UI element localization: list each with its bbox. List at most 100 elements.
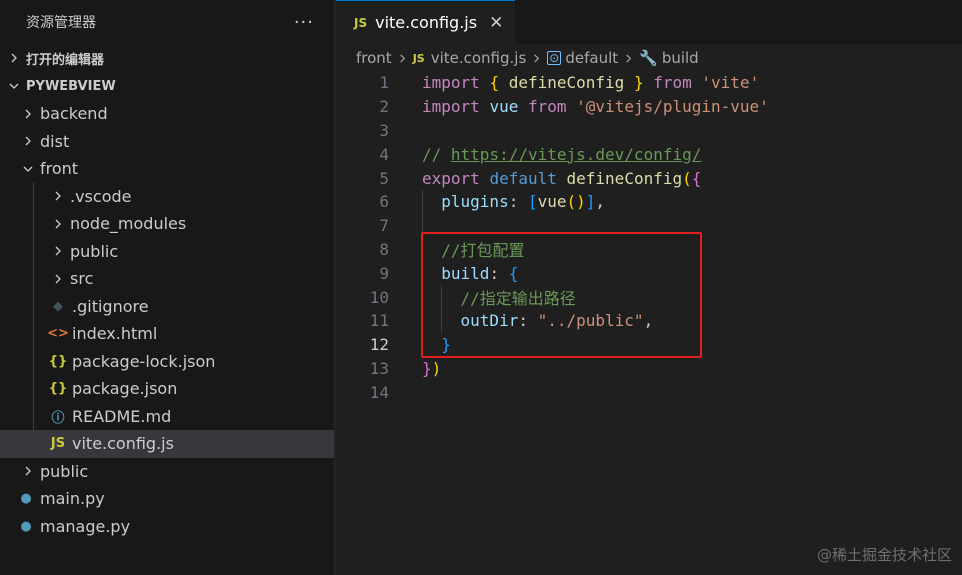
tree-item[interactable]: ● main.py bbox=[0, 485, 334, 513]
tree-item-label: README.md bbox=[72, 406, 172, 426]
watermark: @稀土掘金技术社区 bbox=[816, 546, 952, 564]
code-line: 13}) bbox=[336, 357, 962, 381]
chevron-right-icon bbox=[50, 191, 66, 201]
tree-item[interactable]: node_modules bbox=[0, 210, 334, 238]
line-number: 1 bbox=[379, 73, 389, 93]
tree-item-label: .gitignore bbox=[72, 296, 149, 316]
tree-item-label: src bbox=[70, 269, 94, 289]
tree-item[interactable]: ◆ .gitignore bbox=[0, 293, 334, 321]
line-number: 10 bbox=[369, 287, 389, 307]
tree-item[interactable]: backend bbox=[0, 100, 334, 128]
project-label: PYWEBVIEW bbox=[26, 78, 116, 94]
more-actions-icon[interactable]: ··· bbox=[294, 12, 314, 33]
open-editors-label: 打开的编辑器 bbox=[26, 52, 105, 68]
tree-item[interactable]: <> index.html bbox=[0, 320, 334, 348]
info-icon: ⓘ bbox=[51, 410, 65, 426]
line-number: 7 bbox=[379, 216, 389, 236]
code-line: 14 bbox=[336, 380, 962, 404]
line-number: 9 bbox=[379, 263, 389, 283]
wrench-icon: 🔧 bbox=[639, 49, 658, 67]
code-line: 1 import { defineConfig } from 'vite' bbox=[336, 71, 962, 95]
explorer-sidebar: 资源管理器 ··· 打开的编辑器 PYWEBVIEW backend dist fr… bbox=[0, 0, 335, 575]
tree-item-label: main.py bbox=[40, 489, 105, 509]
js-file-icon: JS bbox=[50, 436, 66, 452]
chevron-down-icon bbox=[6, 81, 22, 91]
html-file-icon: <> bbox=[47, 326, 69, 342]
code-line: 4// https://vitejs.dev/config/ bbox=[336, 142, 962, 166]
line-number: 14 bbox=[369, 382, 389, 402]
breadcrumb-folder[interactable]: front bbox=[356, 49, 392, 67]
tree-item[interactable]: dist bbox=[0, 128, 334, 156]
chevron-right-icon bbox=[20, 109, 36, 119]
indent-guide bbox=[33, 182, 34, 458]
line-number: 6 bbox=[379, 192, 389, 212]
tree-item[interactable]: ⓘ README.md bbox=[0, 403, 334, 431]
file-tree: backend dist front .vscode node_modulespubli… bbox=[0, 100, 334, 540]
js-file-icon: JS bbox=[354, 15, 368, 30]
chevron-right-icon bbox=[50, 274, 66, 284]
js-file-icon: JS bbox=[412, 51, 425, 65]
line-number: 12 bbox=[369, 335, 389, 355]
project-section[interactable]: PYWEBVIEW bbox=[0, 72, 334, 100]
git-icon: ◆ bbox=[53, 298, 63, 314]
open-editors-section[interactable]: 打开的编辑器 bbox=[0, 44, 334, 72]
line-number: 2 bbox=[379, 97, 389, 117]
editor-area: JS vite.config.js ✕ front JS vite.config… bbox=[336, 0, 962, 575]
tree-item[interactable]: .vscode bbox=[0, 183, 334, 211]
tab-label: vite.config.js bbox=[375, 13, 478, 32]
tree-item[interactable]: {} package-lock.json bbox=[0, 348, 334, 376]
tree-item[interactable]: {} package.json bbox=[0, 375, 334, 403]
chevron-right-icon bbox=[398, 53, 407, 63]
tab-bar: JS vite.config.js ✕ bbox=[336, 0, 962, 44]
line-number: 11 bbox=[369, 311, 389, 331]
tree-item[interactable]: public bbox=[0, 238, 334, 266]
line-number: 13 bbox=[369, 358, 389, 378]
tree-item[interactable]: ● manage.py bbox=[0, 513, 334, 541]
chevron-right-icon bbox=[50, 219, 66, 229]
line-number: 8 bbox=[379, 239, 389, 259]
tree-item[interactable]: front bbox=[0, 155, 334, 183]
tree-item-label: package.json bbox=[72, 379, 178, 399]
breadcrumb-symbol-build[interactable]: build bbox=[662, 49, 699, 67]
chevron-right-icon bbox=[20, 466, 36, 476]
tree-item[interactable]: public bbox=[0, 458, 334, 486]
line-number: 3 bbox=[379, 120, 389, 140]
breadcrumb: front JS vite.config.js ⊙ default 🔧 buil… bbox=[336, 44, 962, 72]
python-file-icon: ● bbox=[20, 491, 32, 507]
breadcrumb-file[interactable]: vite.config.js bbox=[431, 49, 527, 67]
tree-item-label: front bbox=[40, 159, 79, 179]
symbol-variable-icon: ⊙ bbox=[547, 51, 562, 65]
code-line: 5 export default defineConfig({ bbox=[336, 166, 962, 190]
tree-item-label: .vscode bbox=[70, 186, 132, 206]
chevron-right-icon bbox=[20, 136, 36, 146]
python-file-icon: ● bbox=[20, 518, 32, 534]
tree-item-label: public bbox=[70, 241, 119, 261]
tree-item-label: public bbox=[40, 461, 89, 481]
tree-item-label: node_modules bbox=[70, 214, 187, 234]
code-line: 2 import vue from '@vitejs/plugin-vue' bbox=[336, 95, 962, 119]
tree-item-label: vite.config.js bbox=[72, 434, 174, 454]
tree-item-label: dist bbox=[40, 131, 70, 151]
tree-item[interactable]: src bbox=[0, 265, 334, 293]
json-file-icon: {} bbox=[48, 353, 68, 369]
tree-item-label: index.html bbox=[72, 324, 158, 344]
code-line: 6 plugins: [vue()], bbox=[336, 190, 962, 214]
line-number: 5 bbox=[379, 168, 389, 188]
breadcrumb-symbol-default[interactable]: default bbox=[565, 49, 618, 67]
chevron-down-icon bbox=[20, 164, 36, 174]
line-number: 4 bbox=[379, 144, 389, 164]
tree-item-label: package-lock.json bbox=[72, 351, 216, 371]
chevron-right-icon bbox=[624, 53, 633, 63]
close-icon[interactable]: ✕ bbox=[489, 13, 503, 33]
tree-item-label: backend bbox=[40, 104, 108, 124]
json-file-icon: {} bbox=[48, 381, 68, 397]
explorer-header: 资源管理器 ··· bbox=[0, 0, 334, 44]
tree-item[interactable]: JS vite.config.js bbox=[0, 430, 334, 458]
highlight-box bbox=[421, 232, 702, 358]
tree-item-label: manage.py bbox=[40, 516, 131, 536]
chevron-right-icon bbox=[50, 246, 66, 256]
explorer-title: 资源管理器 bbox=[26, 15, 96, 31]
chevron-right-icon bbox=[6, 53, 22, 63]
code-line: 3 bbox=[336, 119, 962, 143]
tab-vite-config[interactable]: JS vite.config.js ✕ bbox=[336, 0, 516, 44]
